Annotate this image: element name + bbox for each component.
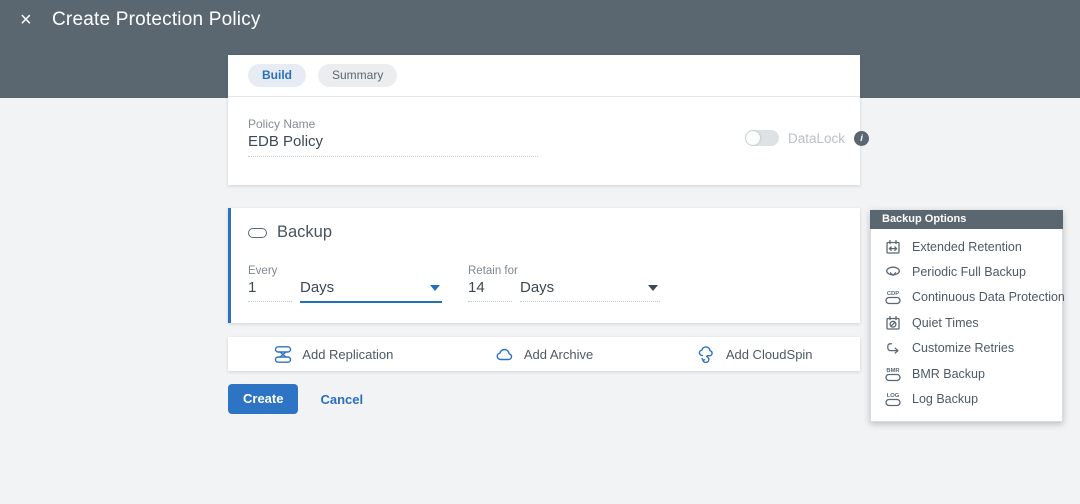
policy-name-label: Policy Name xyxy=(248,117,315,131)
option-bmr-backup[interactable]: BMR BMR Backup xyxy=(871,361,1062,386)
policy-name-card: Build Summary Policy Name DataLock i xyxy=(228,55,860,185)
backup-options-header: Backup Options xyxy=(870,210,1063,229)
backup-card-title: Backup xyxy=(277,223,332,242)
backup-card-title-row: Backup xyxy=(248,223,332,242)
option-label: Extended Retention xyxy=(912,240,1022,254)
create-protection-policy-dialog: × Create Protection Policy Build Summary… xyxy=(0,0,1080,504)
tab-build[interactable]: Build xyxy=(248,64,306,87)
retry-arrow-icon xyxy=(883,341,903,355)
every-label: Every xyxy=(248,265,277,277)
add-actions-bar: Add Replication Add Archive Add CloudSpi… xyxy=(228,337,860,371)
toggle-knob xyxy=(746,131,760,145)
add-cloudspin-button[interactable]: Add CloudSpin xyxy=(649,337,860,371)
svg-text:CDP: CDP xyxy=(887,291,899,297)
backup-card: Backup Every Days Retain for Days xyxy=(228,208,860,323)
option-label: Customize Retries xyxy=(912,341,1014,355)
datalock-group: DataLock i xyxy=(745,130,869,146)
option-extended-retention[interactable]: Extended Retention xyxy=(871,234,1062,259)
info-icon[interactable]: i xyxy=(854,131,869,146)
tab-bar: Build Summary xyxy=(228,55,860,97)
add-archive-button[interactable]: Add Archive xyxy=(439,337,650,371)
close-icon[interactable]: × xyxy=(16,7,36,33)
policy-name-input[interactable] xyxy=(248,133,538,157)
option-periodic-full-backup[interactable]: Periodic Full Backup xyxy=(871,259,1062,284)
svg-text:LOG: LOG xyxy=(887,393,900,399)
backup-oval-icon xyxy=(248,228,267,238)
retain-value-input[interactable] xyxy=(468,279,512,302)
option-quiet-times[interactable]: Quiet Times xyxy=(871,310,1062,335)
option-label: BMR Backup xyxy=(912,367,985,381)
replication-icon xyxy=(273,345,293,364)
create-button[interactable]: Create xyxy=(228,384,298,414)
option-log-backup[interactable]: LOG Log Backup xyxy=(871,386,1062,411)
option-continuous-data-protection[interactable]: CDP Continuous Data Protection xyxy=(871,285,1062,310)
cloud-icon xyxy=(495,347,515,362)
add-cloudspin-label: Add CloudSpin xyxy=(726,347,813,362)
periodic-full-icon xyxy=(883,265,903,279)
option-label: Quiet Times xyxy=(912,316,979,330)
backup-options-list: Extended Retention Periodic Full Backup … xyxy=(871,229,1062,421)
chevron-down-icon xyxy=(430,285,440,291)
svg-text:BMR: BMR xyxy=(886,368,900,374)
datalock-toggle[interactable] xyxy=(745,130,779,146)
every-unit-select[interactable]: Days xyxy=(300,279,442,303)
option-customize-retries[interactable]: Customize Retries xyxy=(871,336,1062,361)
datalock-label: DataLock xyxy=(788,131,845,146)
page-title: Create Protection Policy xyxy=(52,6,261,33)
chevron-down-icon xyxy=(648,285,658,291)
retain-label: Retain for xyxy=(468,265,518,277)
calendar-extend-icon xyxy=(883,239,903,255)
every-value-input[interactable] xyxy=(248,279,292,302)
bmr-icon: BMR xyxy=(883,366,903,382)
option-label: Periodic Full Backup xyxy=(912,265,1026,279)
add-replication-label: Add Replication xyxy=(302,347,393,362)
option-label: Log Backup xyxy=(912,392,978,406)
cdp-icon: CDP xyxy=(883,289,903,305)
calendar-quiet-icon xyxy=(883,315,903,331)
footer-actions: Create Cancel xyxy=(228,384,363,414)
every-unit-value: Days xyxy=(300,279,334,296)
option-label: Continuous Data Protection xyxy=(912,290,1065,304)
cancel-button[interactable]: Cancel xyxy=(320,392,363,407)
backup-options-panel: Backup Options Extended Retention xyxy=(870,210,1063,422)
cloudspin-icon xyxy=(697,345,717,363)
add-replication-button[interactable]: Add Replication xyxy=(228,337,439,371)
retain-unit-select[interactable]: Days xyxy=(520,279,660,302)
log-icon: LOG xyxy=(883,391,903,407)
tab-summary[interactable]: Summary xyxy=(318,64,397,87)
add-archive-label: Add Archive xyxy=(524,347,593,362)
retain-unit-value: Days xyxy=(520,279,554,296)
